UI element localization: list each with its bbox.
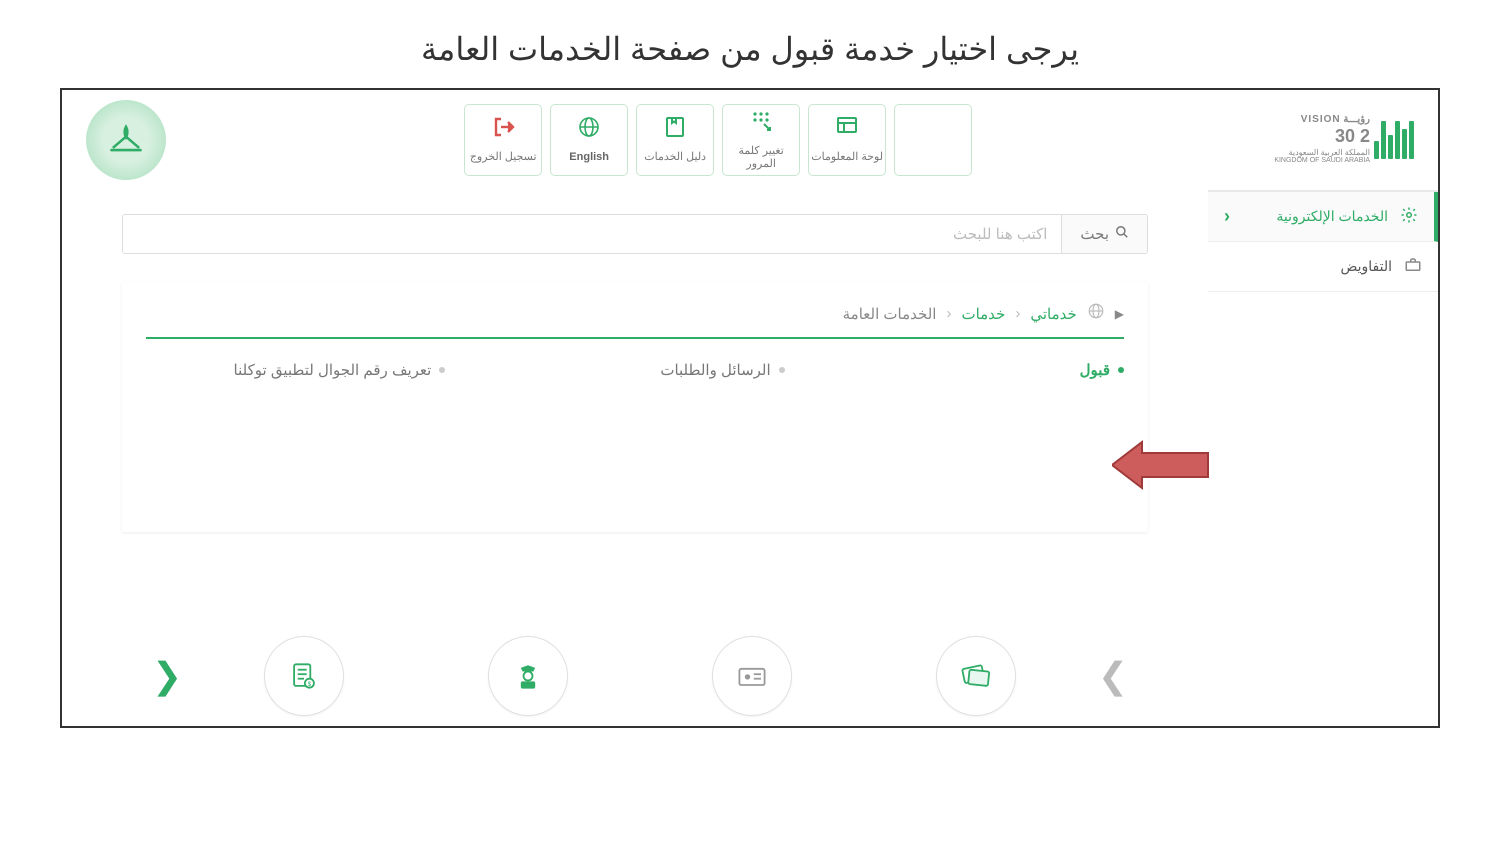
sidebar: الخدمات الإلكترونية ‹ التفاويض [1208,190,1438,726]
bullet-icon [439,367,445,373]
header: رؤيـــة VISION 2 30 المملكة العربية السع… [62,90,1438,190]
vision-line3: المملكة العربية السعودية [1274,148,1370,158]
keypad-icon [749,109,773,139]
book-icon [663,115,687,145]
bullet-icon [1118,367,1124,373]
search-label-text: بحث [1080,225,1109,243]
breadcrumb: ▶ خدماتي ‹ خدمات ‹ الخدمات العامة [146,302,1124,339]
carousel-item-1[interactable] [936,636,1016,716]
services-card: ▶ خدماتي ‹ خدمات ‹ الخدمات العامة قبول [122,282,1148,532]
chevron-left-icon: ‹ [1224,206,1230,227]
change-password-button[interactable]: تغيير كلمة المرور [722,104,800,176]
search-input[interactable] [123,215,1061,253]
carousel-item-4[interactable]: $ [264,636,344,716]
moi-emblem [86,100,166,180]
officer-icon [510,658,546,694]
absher-bars-icon [1374,121,1414,159]
carousel-prev[interactable]: ❮ [142,655,192,697]
gear-icon [1400,206,1418,227]
globe-small-icon [1087,302,1105,325]
carousel-item-3[interactable] [488,636,568,716]
carousel: ❯ $ ❮ [142,636,1138,716]
id-card-icon [734,658,770,694]
carousel-next[interactable]: ❯ [1088,655,1138,697]
vision-line4: KINGDOM OF SAUDI ARABIA [1274,157,1370,165]
sidebar-delegations-label: التفاويض [1340,258,1392,275]
toolbar-blank[interactable] [894,104,972,176]
breadcrumb-level2[interactable]: خدمات [961,305,1005,323]
chevron-sep-icon: ‹ [946,305,951,322]
service-link-messages[interactable]: الرسائل والطلبات [660,361,784,379]
app-frame: رؤيـــة VISION 2 30 المملكة العربية السع… [60,88,1440,728]
services-guide-label: دليل الخدمات [644,151,706,164]
bullet-icon [779,367,785,373]
service-tawakkalna-label: تعريف رقم الجوال لتطبيق توكلنا [234,361,432,379]
language-label: English [569,151,609,164]
dashboard-icon [835,115,859,145]
logout-icon [491,115,515,145]
search-icon [1115,225,1129,243]
carousel-item-2[interactable] [712,636,792,716]
sidebar-item-eservices[interactable]: الخدمات الإلكترونية ‹ [1208,192,1438,242]
ticket-icon [958,658,994,694]
globe-icon [577,115,601,145]
vision-logo: رؤيـــة VISION 2 30 المملكة العربية السع… [1270,114,1414,166]
sidebar-eservices-label: الخدمات الإلكترونية [1276,208,1388,225]
play-icon: ▶ [1115,307,1124,321]
language-button[interactable]: English [550,104,628,176]
palm-swords-icon [105,119,147,161]
logout-label: تسجيل الخروج [470,151,537,164]
sidebar-item-delegations[interactable]: التفاويض [1208,242,1438,292]
briefcase-icon [1404,256,1422,277]
logout-button[interactable]: تسجيل الخروج [464,104,542,176]
service-messages-label: الرسائل والطلبات [660,361,770,379]
vision-line1: رؤيـــة VISION [1274,114,1370,126]
document-search-icon: $ [286,658,322,694]
service-qabool-label: قبول [1080,361,1110,379]
services-guide-button[interactable]: دليل الخدمات [636,104,714,176]
search-row: بحث [122,214,1148,254]
highlight-arrow-icon [1112,438,1212,492]
vision-line2: 2 30 [1274,126,1370,148]
dashboard-label: لوحة المعلومات [811,151,883,164]
chevron-sep-icon: ‹ [1015,305,1020,322]
change-password-label: تغيير كلمة المرور [723,145,799,171]
toolbar: لوحة المعلومات تغيير كلمة المرور دليل ال… [464,104,972,176]
search-label: بحث [1061,215,1147,253]
svg-text:$: $ [308,681,312,688]
services-links: قبول الرسائل والطلبات تعريف رقم الجوال ل… [146,339,1124,379]
breadcrumb-current: الخدمات العامة [843,305,937,323]
breadcrumb-root[interactable]: خدماتي [1030,305,1076,323]
dashboard-button[interactable]: لوحة المعلومات [808,104,886,176]
service-link-qabool[interactable]: قبول [1080,361,1124,379]
service-link-tawakkalna[interactable]: تعريف رقم الجوال لتطبيق توكلنا [234,361,446,379]
page-title: يرجى اختيار خدمة قبول من صفحة الخدمات ال… [0,0,1500,88]
